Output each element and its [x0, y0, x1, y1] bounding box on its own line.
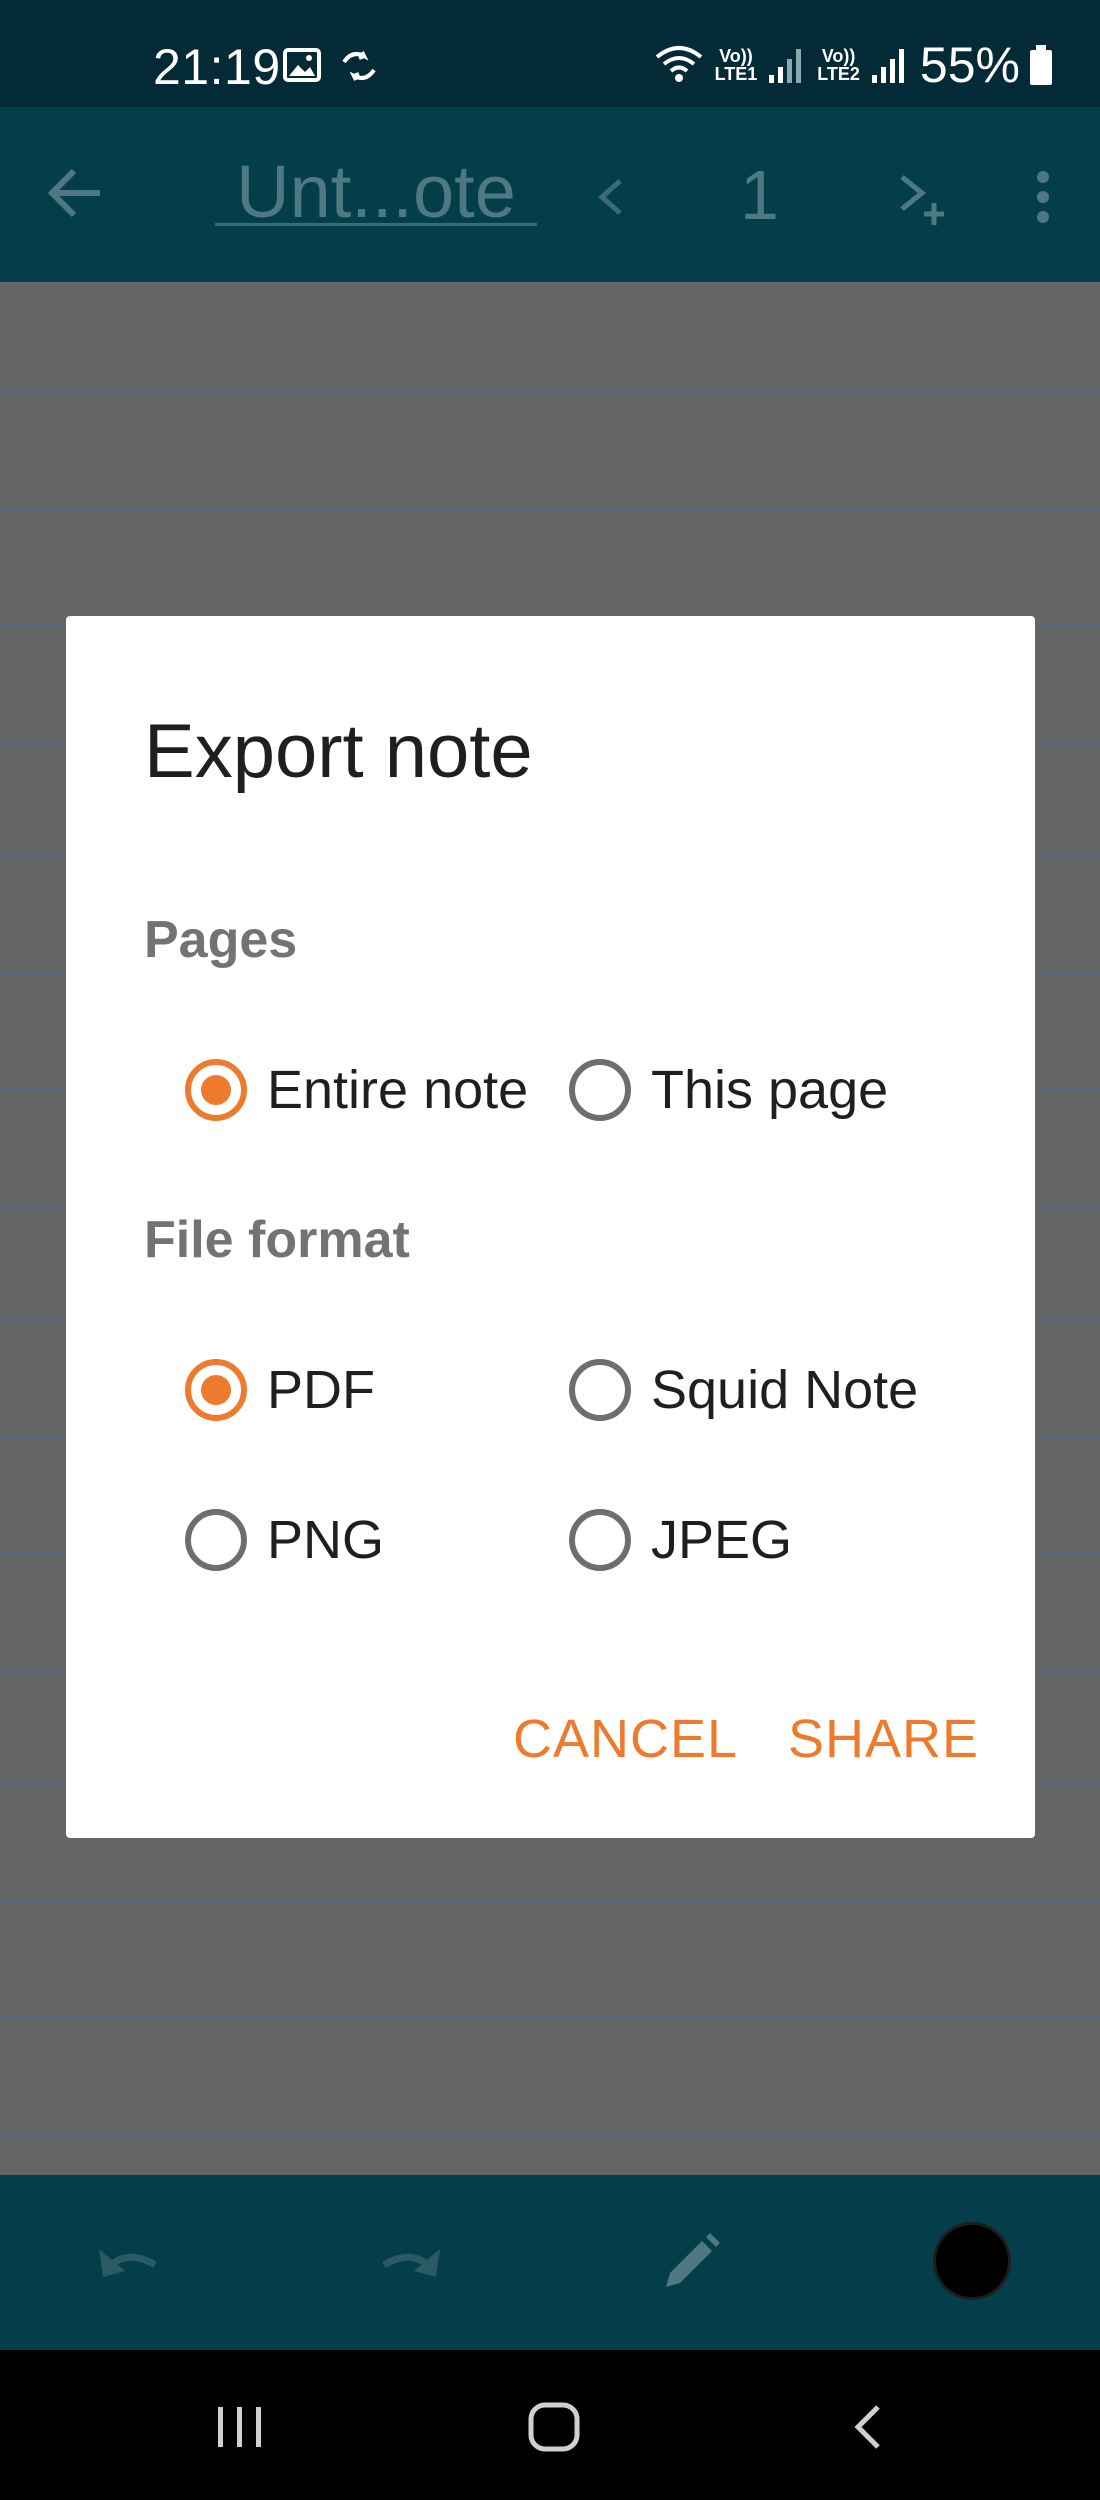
recent-apps-icon[interactable]	[216, 2405, 264, 2449]
radio-pdf[interactable]: PDF	[185, 1359, 375, 1421]
pages-section-label: Pages	[144, 911, 298, 969]
pen-color-swatch[interactable]	[933, 2222, 1011, 2300]
ruled-line	[0, 2016, 1100, 2019]
radio-button[interactable]	[569, 1509, 631, 1571]
back-icon[interactable]	[852, 2403, 884, 2451]
share-button[interactable]: SHARE	[788, 1708, 979, 1770]
sim2-indicator: Vo)) LTE2	[817, 46, 860, 84]
battery-percent: 55%	[919, 37, 1020, 93]
pen-icon[interactable]	[658, 2231, 722, 2295]
radio-squid-note[interactable]: Squid Note	[569, 1359, 918, 1421]
note-title[interactable]: Unt...ote	[215, 152, 537, 232]
ruled-line	[0, 508, 1100, 511]
battery-icon	[1030, 45, 1052, 85]
radio-label: PNG	[267, 1510, 385, 1570]
home-icon[interactable]	[528, 2402, 580, 2452]
app-bar: Unt...ote 1	[0, 107, 1100, 282]
signal-icon	[871, 49, 904, 83]
radio-button[interactable]	[185, 1509, 247, 1571]
wifi-icon	[655, 46, 702, 82]
radio-label: This page	[651, 1060, 889, 1120]
export-note-dialog: Export note Pages Entire note This page …	[66, 616, 1035, 1838]
radio-button[interactable]	[569, 1059, 631, 1121]
signal-icon	[769, 49, 802, 83]
radio-label: PDF	[267, 1360, 375, 1420]
more-options-icon[interactable]	[1035, 169, 1051, 225]
undo-icon[interactable]	[95, 2241, 163, 2285]
radio-button-checked[interactable]	[185, 1059, 247, 1121]
radio-button[interactable]	[569, 1359, 631, 1421]
radio-jpeg[interactable]: JPEG	[569, 1509, 792, 1571]
radio-button-checked[interactable]	[185, 1359, 247, 1421]
radio-label: Squid Note	[651, 1360, 919, 1420]
radio-entire-note[interactable]: Entire note	[185, 1059, 528, 1121]
cancel-button[interactable]: CANCEL	[513, 1708, 738, 1770]
radio-label: JPEG	[651, 1510, 793, 1570]
file-format-section-label: File format	[144, 1211, 410, 1269]
sim1-indicator: Vo)) LTE1	[714, 46, 758, 84]
ruled-line	[0, 1900, 1100, 1903]
radio-label: Entire note	[267, 1060, 529, 1120]
redo-icon[interactable]	[376, 2241, 444, 2285]
ruled-line	[0, 2132, 1100, 2135]
status-right-cluster: Vo)) LTE1 Vo)) LTE2 55%	[653, 36, 1052, 94]
page-number: 1	[740, 156, 779, 234]
gallery-icon	[283, 48, 321, 82]
bottom-toolbar	[0, 2175, 1100, 2350]
clock: 21:19	[153, 39, 281, 95]
ruled-line	[0, 392, 1100, 395]
radio-png[interactable]: PNG	[185, 1509, 384, 1571]
next-add-page-icon[interactable]	[898, 171, 950, 227]
dialog-title: Export note	[144, 709, 533, 794]
radio-this-page[interactable]: This page	[569, 1059, 888, 1121]
system-nav-bar	[0, 2350, 1100, 2500]
status-bar: 21:19 Vo)) LTE1 Vo)) LTE2 55%	[0, 0, 1100, 107]
back-arrow-icon[interactable]	[46, 167, 104, 219]
previous-page-icon[interactable]	[598, 177, 624, 217]
sync-icon	[342, 51, 376, 81]
